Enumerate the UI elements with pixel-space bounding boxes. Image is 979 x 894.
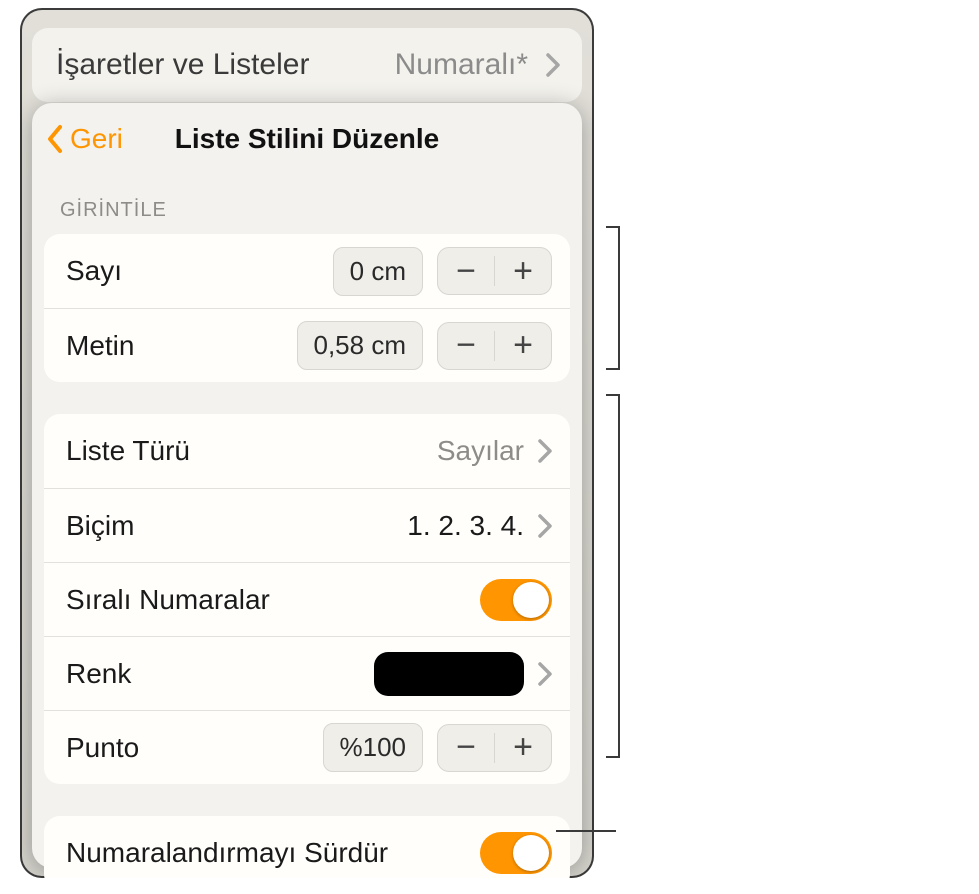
back-label: Geri [70,123,123,155]
indent-number-decrement[interactable]: − [438,248,494,294]
continue-numbering-label: Numaralandırmayı Sürdür [66,837,388,869]
back-button[interactable]: Geri [46,103,123,175]
size-stepper: − + [437,724,552,772]
continue-numbering-toggle[interactable] [480,832,552,874]
indent-group: Sayı 0 cm − + Metin 0,58 cm − [44,234,570,382]
format-row[interactable]: Biçim 1. 2. 3. 4. [44,488,570,562]
indent-text-label: Metin [66,330,134,362]
indent-number-label: Sayı [66,255,122,287]
chevron-right-icon [546,53,560,77]
switch-knob-icon [513,835,549,871]
color-row[interactable]: Renk [44,636,570,710]
annotation-bracket [606,394,620,758]
size-decrement[interactable]: − [438,725,494,771]
continue-numbering-row: Numaralandırmayı Sürdür [44,816,570,878]
settings-frame: İşaretler ve Listeler Numaralı* Geri Lis… [20,8,594,878]
size-label: Punto [66,732,139,764]
chevron-left-icon [46,124,64,154]
popover-header: Geri Liste Stilini Düzenle [32,103,582,175]
indent-text-row: Metin 0,58 cm − + [44,308,570,382]
list-type-label: Liste Türü [66,435,190,467]
list-type-row[interactable]: Liste Türü Sayılar [44,414,570,488]
tiered-numbers-label: Sıralı Numaralar [66,584,270,616]
annotation-connector [556,830,616,832]
format-label: Biçim [66,510,134,542]
chevron-right-icon [538,662,552,686]
size-increment[interactable]: + [495,725,551,771]
bullets-lists-row[interactable]: İşaretler ve Listeler Numaralı* [32,28,582,102]
indent-number-row: Sayı 0 cm − + [44,234,570,308]
color-label: Renk [66,658,131,690]
indent-text-stepper: − + [437,322,552,370]
list-type-value: Sayılar [437,435,524,467]
indent-text-value[interactable]: 0,58 cm [297,321,424,370]
switch-knob-icon [513,582,549,618]
size-value[interactable]: %100 [323,723,424,772]
tiered-numbers-row: Sıralı Numaralar [44,562,570,636]
color-swatch [374,652,524,696]
indent-section-label: GİRİNTİLE [32,175,582,234]
indent-number-increment[interactable]: + [495,248,551,294]
indent-number-stepper: − + [437,247,552,295]
chevron-right-icon [538,514,552,538]
edit-list-style-popover: Geri Liste Stilini Düzenle GİRİNTİLE Say… [32,103,582,868]
bullets-lists-label: İşaretler ve Listeler [56,48,309,82]
indent-text-increment[interactable]: + [495,323,551,369]
size-row: Punto %100 − + [44,710,570,784]
indent-text-decrement[interactable]: − [438,323,494,369]
format-value: 1. 2. 3. 4. [407,510,524,542]
annotation-bracket [606,226,620,370]
popover-title: Liste Stilini Düzenle [175,123,439,155]
chevron-right-icon [538,439,552,463]
tiered-numbers-toggle[interactable] [480,579,552,621]
indent-number-value[interactable]: 0 cm [333,247,423,296]
list-style-group: Liste Türü Sayılar Biçim 1. 2. 3. 4. Sır… [44,414,570,784]
continue-group: Numaralandırmayı Sürdür [44,816,570,878]
bullets-lists-value: Numaralı* [395,48,528,82]
